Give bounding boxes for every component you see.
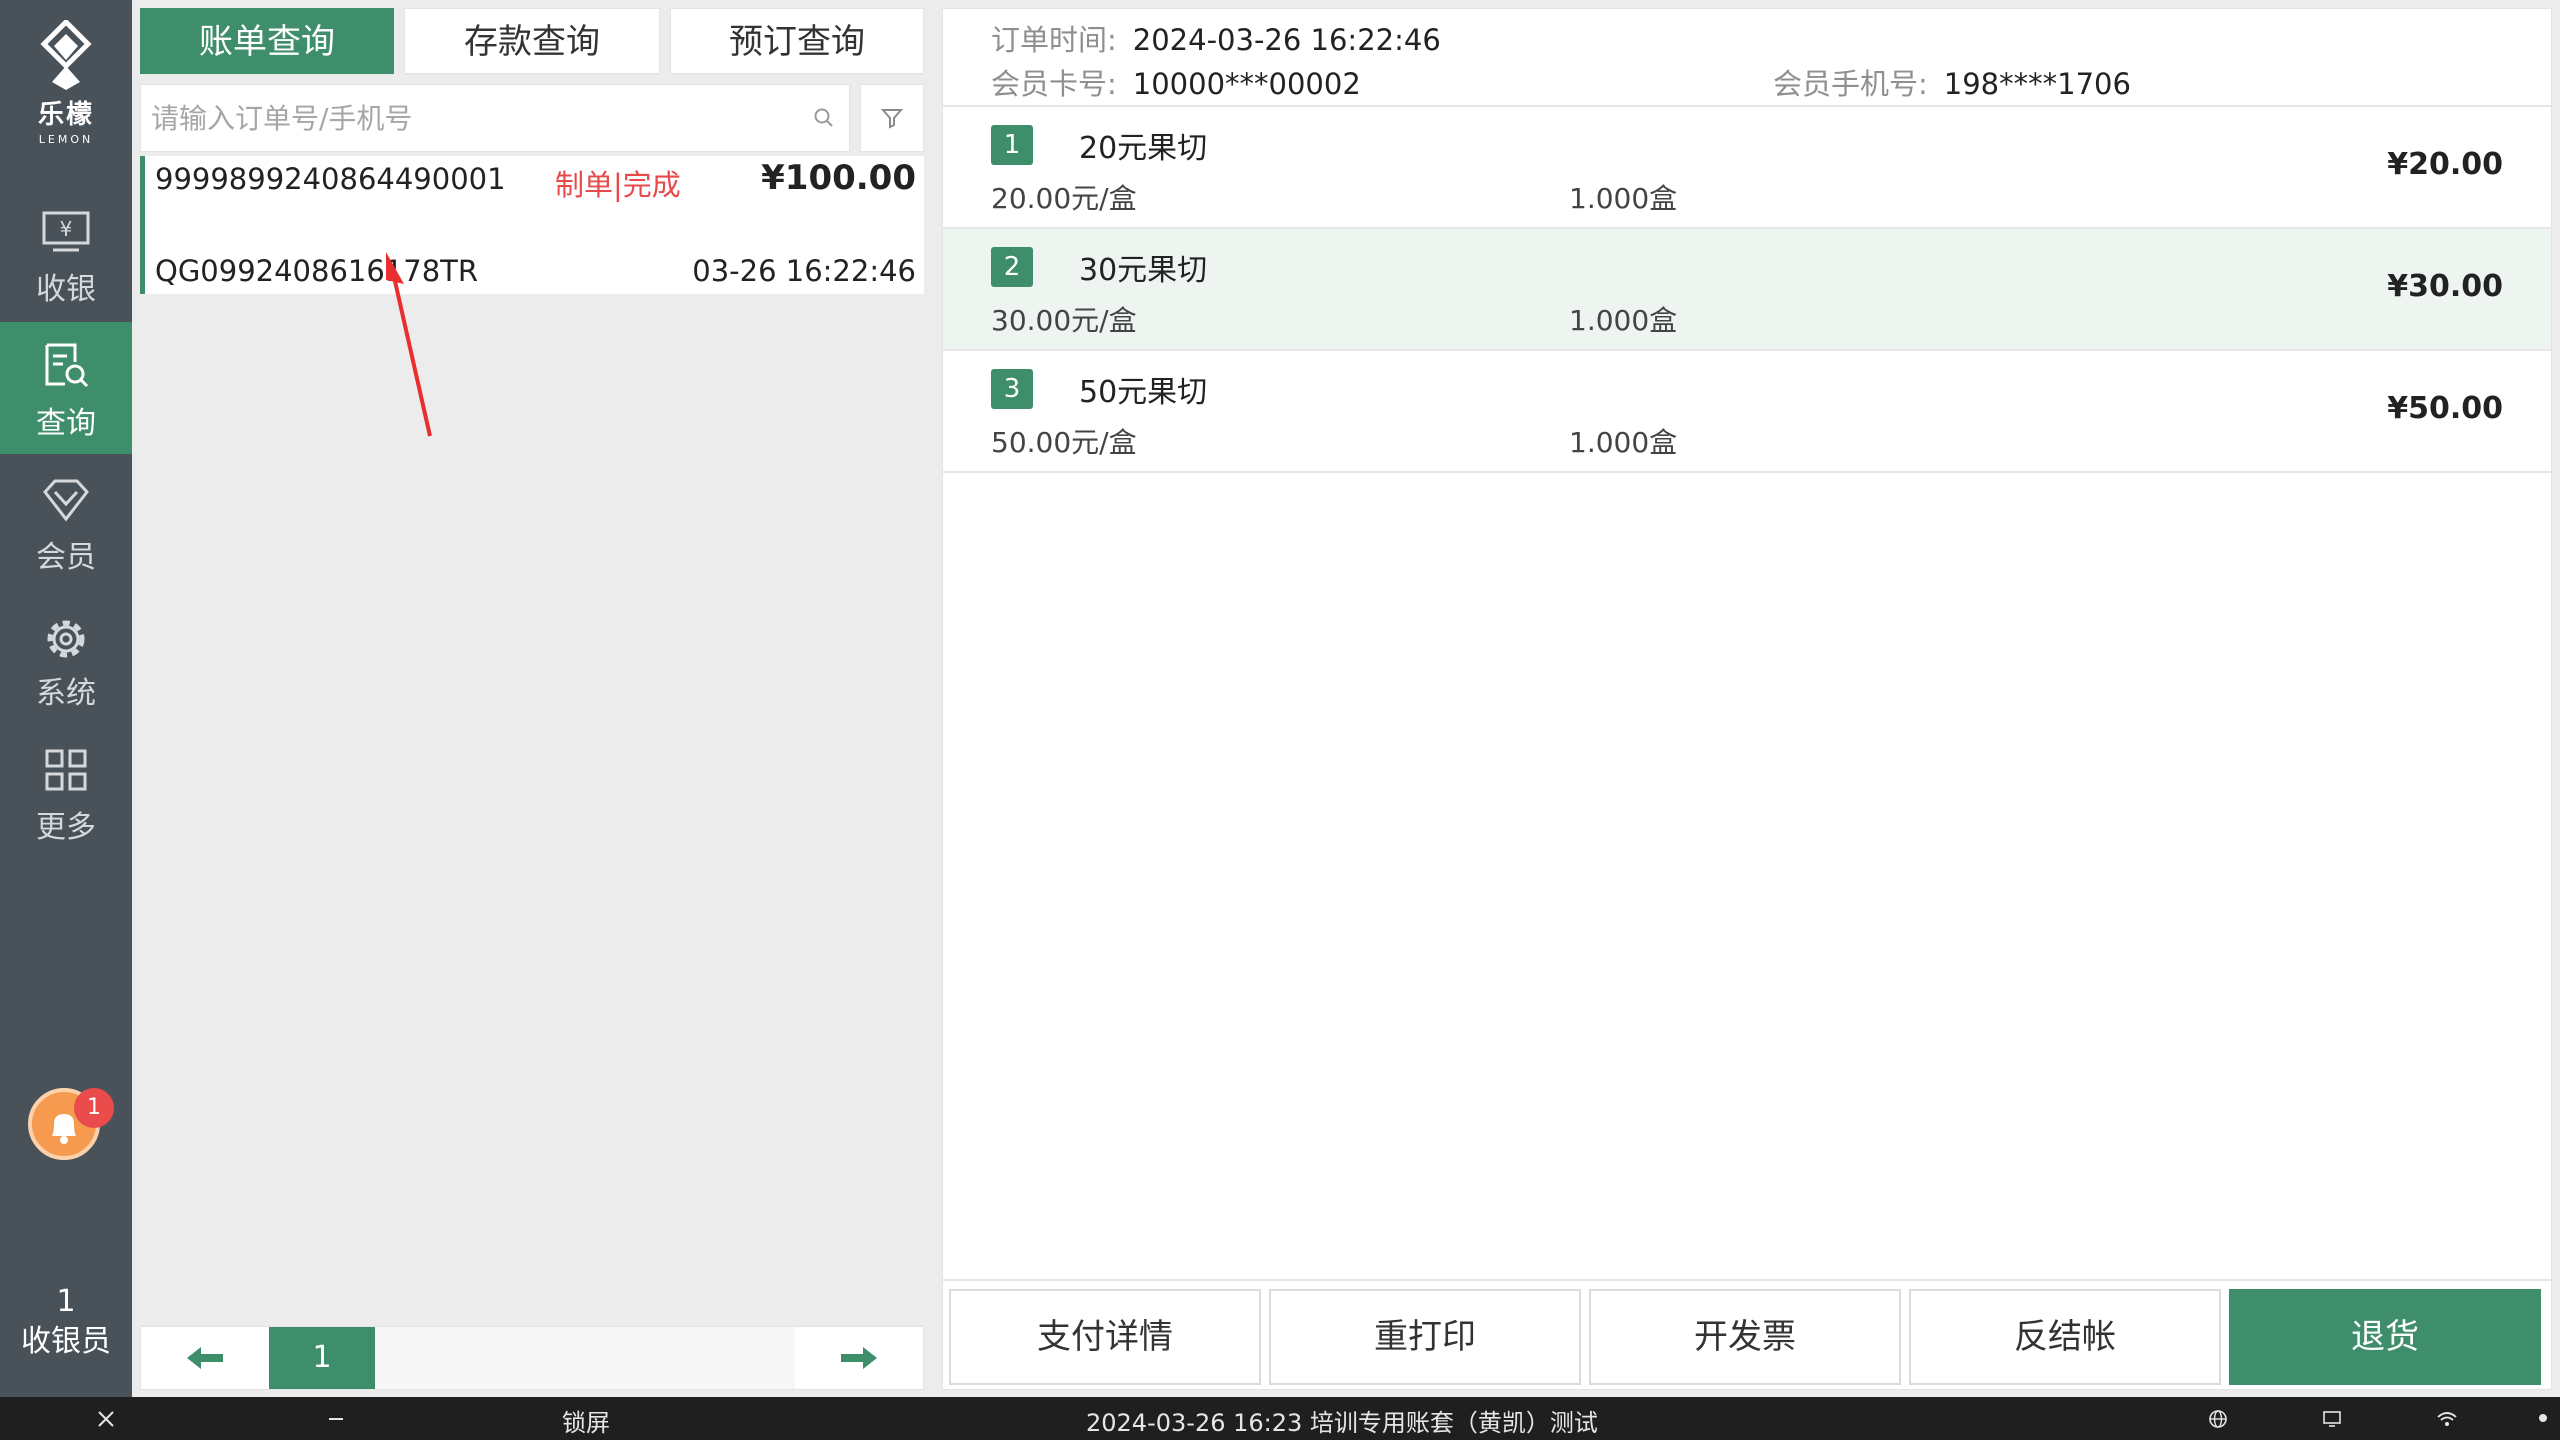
search-document-icon: [45, 343, 89, 388]
order-amount: ¥100.00: [761, 158, 916, 198]
refund-button[interactable]: 退货: [2229, 1289, 2541, 1385]
order-detail-panel: 订单时间: 2024-03-26 16:22:46 会员卡号: 10000***00…: [942, 8, 2552, 1390]
order-number: 9999899240864490001: [155, 162, 506, 196]
sidebar-item-label: 更多: [36, 810, 96, 845]
arrow-right-icon: [841, 1347, 877, 1369]
item-amount: ¥20.00: [2387, 147, 2503, 182]
lemon-logo-icon: [40, 20, 92, 90]
brand-name: 乐檬: [37, 100, 94, 130]
member-card-row: 会员卡号: 10000***00002: [991, 61, 1361, 103]
sidebar-item-more[interactable]: 更多: [0, 728, 132, 860]
tab-bill-query[interactable]: 账单查询: [140, 8, 394, 74]
item-name: 50元果切: [1079, 375, 1208, 410]
order-item-row[interactable]: 2 30元果切 30.00元/盒 1.000盒 ¥30.00: [943, 229, 2551, 351]
svg-text:¥: ¥: [60, 217, 73, 241]
minimize-icon[interactable]: [326, 1409, 346, 1429]
order-item-row[interactable]: 3 50元果切 50.00元/盒 1.000盒 ¥50.00: [943, 351, 2551, 473]
item-quantity: 1.000盒: [1569, 304, 1678, 337]
search-box: [140, 84, 850, 152]
sidebar-item-label: 收银: [36, 272, 96, 307]
notification-badge: 1: [74, 1088, 114, 1128]
member-phone-row: 会员手机号: 198****1706: [1773, 61, 2131, 103]
sidebar-item-member[interactable]: 会员: [0, 458, 132, 590]
prev-page-button[interactable]: [141, 1327, 269, 1389]
item-index: 2: [991, 247, 1033, 287]
cashier-label: 收银员: [21, 1324, 111, 1359]
order-item-row[interactable]: 1 20元果切 20.00元/盒 1.000盒 ¥20.00: [943, 107, 2551, 229]
tab-reservation-query[interactable]: 预订查询: [670, 8, 924, 74]
close-icon[interactable]: [96, 1409, 116, 1429]
member-phone-value: 198****1706: [1943, 67, 2131, 101]
sidebar-item-query[interactable]: 查询: [0, 322, 132, 454]
status-dot-icon: [2539, 1414, 2547, 1422]
member-card-label: 会员卡号:: [991, 67, 1117, 101]
item-quantity: 1.000盒: [1569, 426, 1678, 459]
brand-name-en: LEMON: [38, 133, 94, 146]
item-index: 1: [991, 125, 1033, 165]
next-page-button[interactable]: [795, 1327, 923, 1389]
order-time-label: 订单时间:: [991, 23, 1117, 57]
item-name: 20元果切: [1079, 131, 1208, 166]
order-list-item[interactable]: 9999899240864490001 制单|完成 ¥100.00 QG0992…: [140, 156, 924, 294]
arrow-left-icon: [187, 1347, 223, 1369]
gear-icon: [47, 620, 85, 658]
pagination: 1: [140, 1326, 924, 1390]
member-phone-label: 会员手机号:: [1773, 67, 1928, 101]
item-unit-price: 20.00元/盒: [991, 182, 1137, 215]
order-time-value: 2024-03-26 16:22:46: [1132, 23, 1441, 57]
order-time: 03-26 16:22:46: [692, 254, 916, 288]
cashier-number: 1: [56, 1284, 76, 1319]
filter-button[interactable]: [860, 84, 924, 152]
item-unit-price: 30.00元/盒: [991, 304, 1137, 337]
search-input[interactable]: [141, 85, 761, 151]
payment-detail-button[interactable]: 支付详情: [949, 1289, 1261, 1385]
sidebar-item-label: 会员: [36, 540, 96, 575]
divider: [943, 1279, 2551, 1281]
item-quantity: 1.000盒: [1569, 182, 1678, 215]
grid-icon: [45, 749, 87, 791]
invoice-button[interactable]: 开发票: [1589, 1289, 1901, 1385]
status-text: 2024-03-26 16:23 培训专用账套（黄凯）测试: [1086, 1409, 1598, 1437]
annotation-arrow: [386, 252, 432, 437]
member-card-value: 10000***00002: [1132, 67, 1361, 101]
reverse-checkout-button[interactable]: 反结帐: [1909, 1289, 2221, 1385]
item-amount: ¥50.00: [2387, 391, 2503, 426]
cash-register-icon: ¥: [42, 211, 90, 252]
monitor-icon[interactable]: [2322, 1409, 2342, 1429]
sidebar: 乐檬 LEMON ¥ 收银 查询 会员 系统 更多 1 1 收银员: [0, 0, 132, 1397]
current-page[interactable]: 1: [269, 1327, 375, 1389]
sidebar-item-label: 系统: [36, 676, 96, 711]
item-amount: ¥30.00: [2387, 269, 2503, 304]
sidebar-item-cashier[interactable]: ¥ 收银: [0, 190, 132, 322]
cashier-info: 1 收银员: [0, 1282, 132, 1362]
taskbar: 锁屏 2024-03-26 16:23 培训专用账套（黄凯）测试: [0, 1397, 2560, 1440]
item-unit-price: 50.00元/盒: [991, 426, 1137, 459]
order-time-row: 订单时间: 2024-03-26 16:22:46: [991, 17, 1441, 59]
tab-deposit-query[interactable]: 存款查询: [404, 8, 660, 74]
sidebar-item-system[interactable]: 系统: [0, 594, 132, 726]
order-status: 制单|完成: [555, 168, 681, 202]
reprint-button[interactable]: 重打印: [1269, 1289, 1581, 1385]
sidebar-item-label: 查询: [36, 406, 96, 441]
lock-screen-button[interactable]: 锁屏: [562, 1403, 610, 1438]
logo: 乐檬 LEMON: [0, 14, 132, 154]
filter-icon: [881, 109, 903, 129]
item-name: 30元果切: [1079, 253, 1208, 288]
diamond-icon: [43, 479, 89, 522]
item-index: 3: [991, 369, 1033, 409]
globe-icon[interactable]: [2208, 1409, 2228, 1429]
wifi-icon[interactable]: [2436, 1409, 2458, 1429]
search-icon[interactable]: [813, 107, 835, 129]
